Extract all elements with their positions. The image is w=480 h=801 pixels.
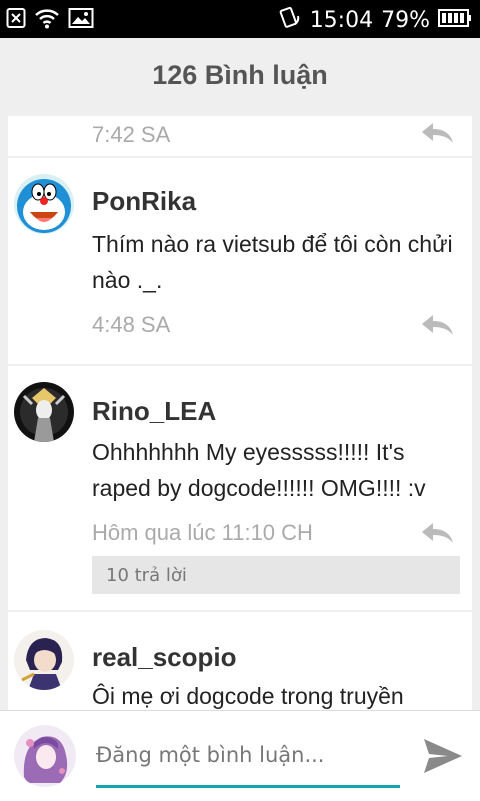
wifi-icon (34, 7, 60, 34)
send-button[interactable] (420, 733, 466, 779)
comment-timestamp: 7:42 SA (92, 122, 171, 147)
comment-list[interactable]: 7:42 SA PonRika Thím nào ra vietsub để t… (8, 116, 472, 710)
reply-icon[interactable] (420, 522, 454, 544)
send-icon (420, 739, 466, 782)
comment-text: Ôi mẹ ơi dogcode trong truyền (92, 683, 404, 709)
page-title: 126 Bình luận (152, 60, 328, 90)
comment-input[interactable] (96, 733, 396, 777)
battery-percent: 79% (381, 8, 430, 33)
battery-icon (438, 8, 472, 33)
user-avatar[interactable] (14, 725, 76, 787)
avatar[interactable] (14, 174, 74, 234)
comment-composer (0, 710, 480, 801)
comment-username[interactable]: Rino_LEA (92, 396, 216, 427)
reply-icon[interactable] (420, 122, 454, 144)
comment-item: 7:42 SA (8, 116, 472, 156)
comment-username[interactable]: PonRika (92, 186, 196, 217)
comment-item: PonRika Thím nào ra vietsub để tôi còn c… (8, 158, 472, 364)
comment-item: real_scopio Ôi mẹ ơi dogcode trong truyề… (8, 612, 472, 710)
input-underline (96, 785, 400, 788)
status-bar: 15:04 79% (0, 0, 480, 38)
page-header: 126 Bình luận (0, 38, 480, 116)
comment-timestamp: 4:48 SA (92, 312, 171, 337)
close-box-icon (6, 7, 26, 34)
avatar[interactable] (14, 630, 74, 690)
comment-text: Thím nào ra vietsub để tôi còn chửi nào … (92, 231, 453, 293)
comment-item: Rino_LEA Ohhhhhhh My eyesssss!!!!! It's … (8, 366, 472, 610)
replies-button[interactable]: 10 trả lời (92, 556, 460, 594)
comment-username[interactable]: real_scopio (92, 642, 237, 673)
avatar[interactable] (14, 382, 74, 442)
reply-icon[interactable] (420, 314, 454, 336)
comment-timestamp: Hôm qua lúc 11:10 CH (92, 520, 313, 545)
status-time: 15:04 (309, 8, 374, 33)
comment-text: Ohhhhhhh My eyesssss!!!!! It's raped by … (92, 439, 426, 501)
replies-count: 10 trả lời (106, 565, 187, 586)
rotate-lock-icon (278, 6, 302, 35)
image-icon (68, 7, 94, 34)
